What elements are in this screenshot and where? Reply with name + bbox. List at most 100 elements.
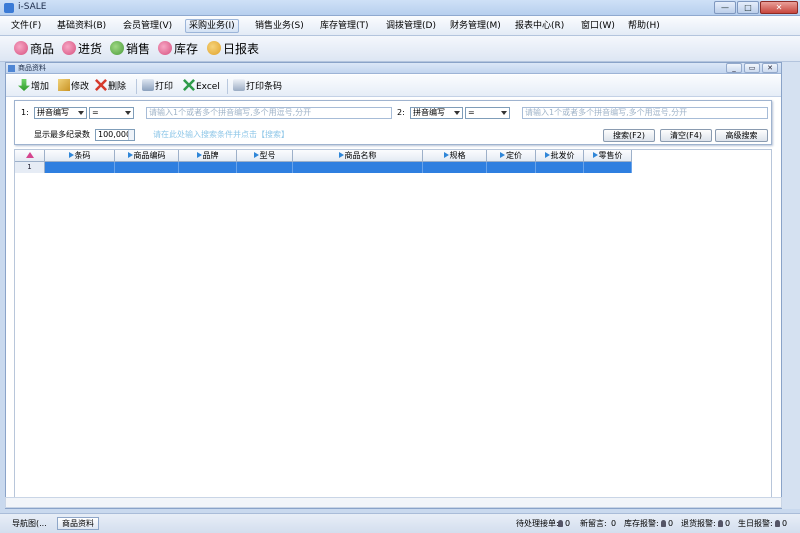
daily-report-icon	[207, 41, 221, 55]
menu-member[interactable]: 会员管理(V)	[120, 19, 175, 33]
column-header-label: 批发价	[550, 151, 575, 160]
column-header[interactable]: 批发价	[536, 150, 584, 162]
new-messages-label: 新留言:	[580, 519, 607, 528]
condition-2-field-select[interactable]: 拼音编写	[410, 107, 463, 119]
condition-1-placeholder: 请输入1个或者多个拼音编写,多个用逗号,分开	[149, 108, 312, 117]
condition-1-operator-select[interactable]: =	[89, 107, 134, 119]
chevron-down-icon	[125, 111, 131, 115]
grid-corner[interactable]	[15, 150, 45, 162]
condition-2-operator-select[interactable]: =	[465, 107, 510, 119]
chevron-down-icon	[454, 111, 460, 115]
table-cell[interactable]	[584, 162, 632, 173]
table-cell[interactable]	[423, 162, 487, 173]
clear-button[interactable]: 清空(F4)	[660, 129, 712, 142]
column-arrow-icon	[500, 152, 505, 158]
column-arrow-icon	[127, 152, 133, 158]
edit-button[interactable]: 修改	[58, 79, 89, 94]
max-records-input[interactable]: 100,000	[95, 129, 135, 141]
column-header[interactable]: 条码	[45, 150, 115, 162]
toolbar-separator	[136, 79, 137, 94]
table-cell[interactable]	[293, 162, 423, 173]
bulb-icon	[558, 520, 563, 527]
menu-bar: 文件(F) 基础资料(B) 会员管理(V) 采购业务(I) 销售业务(S) 库存…	[0, 16, 800, 36]
row-number: 1	[15, 162, 45, 173]
table-cell[interactable]	[115, 162, 179, 173]
condition-2-label: 2:	[397, 108, 405, 117]
print-barcode-button[interactable]: 打印条码	[233, 79, 282, 94]
table-cell[interactable]	[487, 162, 536, 173]
menu-file[interactable]: 文件(F)	[8, 19, 44, 33]
menu-purchase[interactable]: 采购业务(I)	[185, 19, 239, 33]
column-header[interactable]: 型号	[237, 150, 293, 162]
table-cell[interactable]	[237, 162, 293, 173]
spinner-icon[interactable]	[128, 130, 134, 140]
menu-basic-data[interactable]: 基础资料(B)	[54, 19, 109, 33]
goods-icon	[14, 41, 28, 55]
child-close-button[interactable]: ✕	[762, 63, 778, 73]
horizontal-scrollbar[interactable]	[5, 497, 782, 508]
window-tab-goods[interactable]: 商品资料	[57, 517, 99, 530]
condition-1-field-select[interactable]: 拼音编写	[34, 107, 87, 119]
add-button[interactable]: 增加	[18, 79, 49, 94]
minimize-button[interactable]: —	[714, 1, 736, 14]
stock-button[interactable]: 库存	[158, 40, 198, 58]
daily-report-button[interactable]: 日报表	[207, 40, 259, 58]
column-header[interactable]: 定价	[487, 150, 536, 162]
column-header-label: 零售价	[598, 151, 623, 160]
column-header[interactable]: 零售价	[584, 150, 632, 162]
menu-transfer[interactable]: 调拨管理(D)	[383, 19, 439, 33]
toolbar-separator	[227, 79, 228, 94]
column-header[interactable]: 商品名称	[293, 150, 423, 162]
purchase-button[interactable]: 进货	[62, 40, 102, 58]
column-arrow-icon	[338, 152, 344, 158]
table-row[interactable]: 1	[15, 162, 632, 173]
bulb-icon	[661, 520, 666, 527]
menu-inventory[interactable]: 库存管理(T)	[317, 19, 372, 33]
child-minimize-button[interactable]: _	[726, 63, 742, 73]
bulb-icon	[775, 520, 780, 527]
table-cell[interactable]	[179, 162, 237, 173]
condition-2-operator-value: =	[468, 108, 475, 117]
pending-orders-count: 0	[565, 519, 571, 528]
condition-1-label: 1:	[21, 108, 29, 117]
menu-finance[interactable]: 财务管理(M)	[447, 19, 504, 33]
table-cell[interactable]	[536, 162, 584, 173]
goods-button[interactable]: 商品	[14, 40, 54, 58]
child-restore-button[interactable]: ▭	[744, 63, 760, 73]
birthday-alert-label: 生日报警:	[738, 519, 773, 528]
delete-label: 删除	[108, 82, 127, 92]
excel-button[interactable]: Excel	[183, 79, 220, 94]
chevron-down-icon	[78, 111, 84, 115]
add-label: 增加	[31, 82, 50, 92]
column-header[interactable]: 规格	[423, 150, 487, 162]
close-button[interactable]: ✕	[760, 1, 798, 14]
condition-1-value-input[interactable]: 请输入1个或者多个拼音编写,多个用逗号,分开	[146, 107, 392, 119]
column-header-label: 品牌	[202, 151, 219, 160]
grid-header: 条码 商品编码 品牌 型号 商品名称 规格 定价 批发价 零售价	[15, 150, 632, 162]
child-title-bar: 商品资料 _ ▭ ✕	[6, 63, 781, 74]
condition-2-value-input[interactable]: 请输入1个或者多个拼音编写,多个用逗号,分开	[522, 107, 768, 119]
navigation-tab[interactable]: 导航图(...	[12, 518, 47, 530]
column-header[interactable]: 商品编码	[115, 150, 179, 162]
column-arrow-icon	[68, 152, 74, 158]
column-header[interactable]: 品牌	[179, 150, 237, 162]
table-cell[interactable]	[45, 162, 115, 173]
menu-reports[interactable]: 报表中心(R)	[512, 19, 567, 33]
stock-alert-indicator: 0	[659, 518, 673, 530]
menu-window[interactable]: 窗口(W)	[578, 19, 618, 33]
column-header-label: 条码	[74, 151, 91, 160]
sales-button[interactable]: 销售	[110, 40, 150, 58]
excel-label: Excel	[196, 82, 220, 92]
app-title: i-SALE	[18, 2, 47, 12]
advanced-search-button[interactable]: 高级搜索	[715, 129, 768, 142]
column-arrow-icon	[544, 152, 550, 158]
daily-report-label: 日报表	[223, 42, 260, 56]
delete-button[interactable]: 删除	[95, 79, 126, 94]
bulb-icon	[718, 520, 723, 527]
print-button[interactable]: 打印	[142, 79, 173, 94]
search-button[interactable]: 搜索(F2)	[603, 129, 655, 142]
maximize-button[interactable]: □	[737, 1, 759, 14]
menu-sales[interactable]: 销售业务(S)	[252, 19, 307, 33]
mdi-background	[782, 62, 800, 509]
menu-help[interactable]: 帮助(H)	[625, 19, 663, 33]
